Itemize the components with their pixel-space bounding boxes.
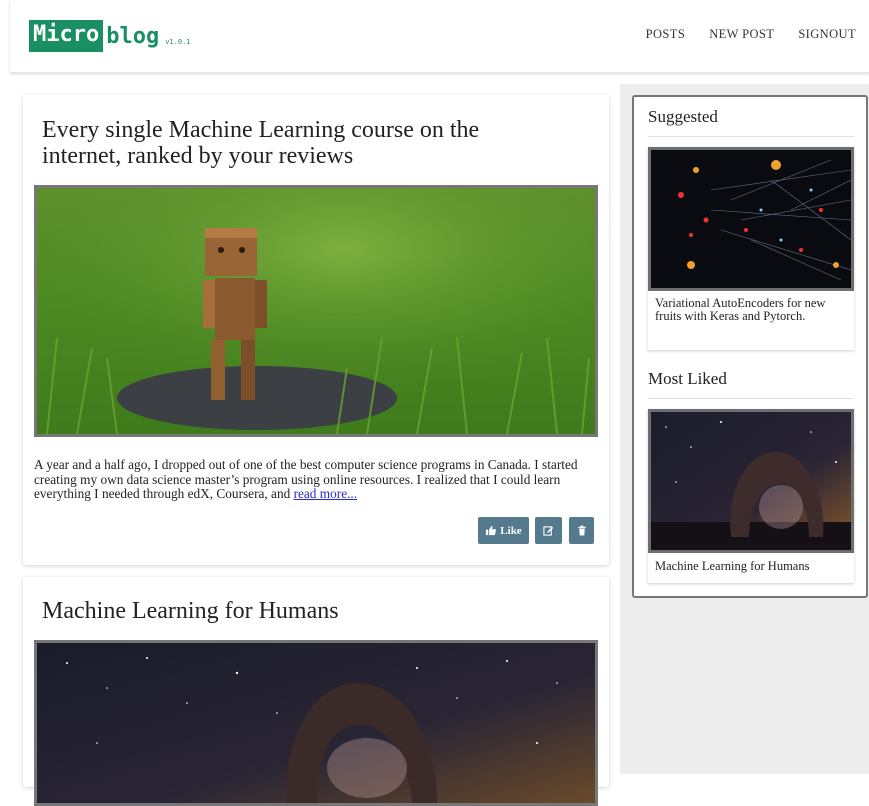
most-liked-post-image <box>648 409 854 553</box>
post-title[interactable]: Every single Machine Learning course on … <box>42 117 562 169</box>
nav-links: POSTS NEW POST SIGNOUT <box>646 27 856 42</box>
like-label: Like <box>500 524 522 537</box>
sidebar-card: Suggested Variational AutoEncoders for n… <box>632 95 868 598</box>
suggested-post-card[interactable]: Variational AutoEncoders for new fruits … <box>648 147 854 350</box>
most-liked-post-card[interactable]: Machine Learning for Humans <box>648 409 854 583</box>
edit-button[interactable] <box>535 517 562 544</box>
delete-button[interactable] <box>569 517 594 544</box>
trash-icon <box>577 525 586 536</box>
read-more-link[interactable]: read more... <box>294 486 358 501</box>
night-sky-arch-image <box>37 643 595 803</box>
divider <box>648 398 854 399</box>
post-title[interactable]: Machine Learning for Humans <box>42 598 339 624</box>
nav-new-post[interactable]: NEW POST <box>709 27 774 42</box>
suggested-heading: Suggested <box>648 107 718 126</box>
post-image[interactable] <box>34 640 598 806</box>
most-liked-post-title: Machine Learning for Humans <box>655 559 810 573</box>
nav-posts[interactable]: POSTS <box>646 27 686 42</box>
navbar: Micro blog v1.0.1 POSTS NEW POST SIGNOUT <box>10 0 869 73</box>
thumbs-up-icon <box>486 525 497 536</box>
network-graph-image <box>651 150 851 288</box>
brand-logo[interactable]: Micro blog v1.0.1 <box>29 18 191 52</box>
post-card: Machine Learning for Humans <box>23 577 609 806</box>
edit-icon <box>543 526 554 536</box>
wooden-robot-image <box>37 188 595 434</box>
like-button[interactable]: Like <box>478 517 529 544</box>
post-excerpt: A year and a half ago, I dropped out of … <box>34 457 594 502</box>
brand-version: v1.0.1 <box>165 38 191 46</box>
most-liked-heading: Most Liked <box>648 369 727 388</box>
suggested-post-image <box>648 147 854 291</box>
brand-logo-text: blog <box>106 24 160 49</box>
night-sky-arch-image <box>651 412 851 550</box>
post-image[interactable] <box>34 185 598 437</box>
divider <box>648 136 854 137</box>
post-card: Every single Machine Learning course on … <box>23 95 609 565</box>
nav-signout[interactable]: SIGNOUT <box>798 27 856 42</box>
brand-logo-box: Micro <box>29 20 104 52</box>
suggested-post-title: Variational AutoEncoders for new fruits … <box>655 296 826 323</box>
